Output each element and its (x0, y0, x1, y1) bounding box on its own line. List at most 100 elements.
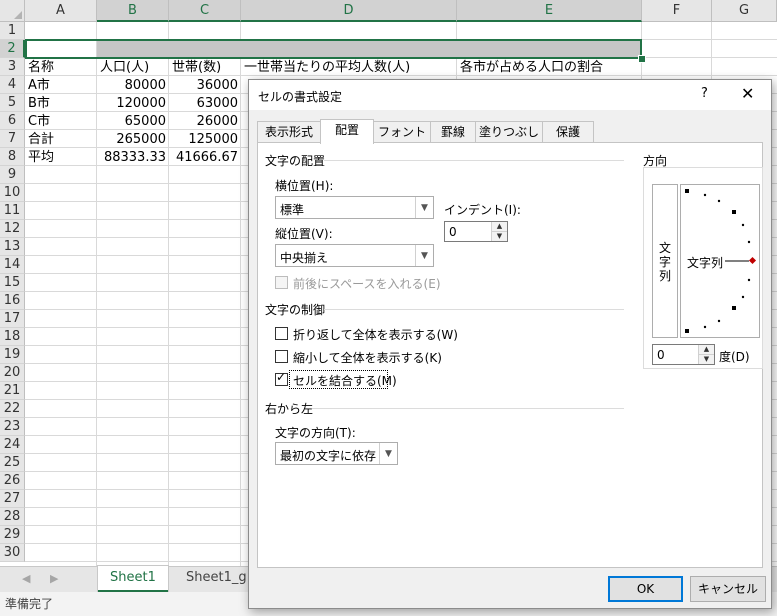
row-header-1[interactable]: 1 (0, 22, 25, 40)
row-header-2[interactable]: 2 (0, 40, 25, 58)
close-icon[interactable]: ✕ (741, 84, 754, 103)
degrees-spinner[interactable]: 0 ▲ ▼ (652, 344, 715, 365)
group-divider (324, 160, 624, 161)
indent-spinner[interactable]: 0 ▲ ▼ (444, 221, 508, 242)
row-header-26[interactable]: 26 (0, 472, 25, 490)
row-header-11[interactable]: 11 (0, 202, 25, 220)
column-header-e[interactable]: E (457, 0, 642, 22)
cell-b6[interactable]: 65000 (97, 113, 166, 131)
row-header-16[interactable]: 16 (0, 292, 25, 310)
cell-b7[interactable]: 265000 (97, 131, 166, 149)
fill-handle[interactable] (638, 55, 646, 63)
chevron-down-icon: ▼ (415, 197, 433, 218)
cell-c6[interactable]: 26000 (169, 113, 238, 131)
dialog-title-bar[interactable]: セルの書式設定 ? ✕ (249, 80, 771, 110)
horizontal-label: 横位置(H): (275, 179, 334, 193)
tab-protection[interactable]: 保護 (542, 121, 594, 142)
checkmark-icon: ✓ (276, 370, 287, 384)
merge-cells-checkbox[interactable]: ✓ (275, 370, 288, 386)
cancel-button[interactable]: キャンセル (690, 576, 766, 602)
column-header-d[interactable]: D (241, 0, 457, 22)
row-header-14[interactable]: 14 (0, 256, 25, 274)
cell-a6[interactable]: C市 (28, 113, 50, 131)
row-header-25[interactable]: 25 (0, 454, 25, 472)
row-header-28[interactable]: 28 (0, 508, 25, 526)
row-header-4[interactable]: 4 (0, 76, 25, 94)
cell-a5[interactable]: B市 (28, 95, 50, 113)
cell-a8[interactable]: 平均 (28, 149, 54, 167)
row-header-24[interactable]: 24 (0, 436, 25, 454)
distributed-checkbox[interactable] (275, 276, 288, 289)
cell-a3[interactable]: 名称 (28, 59, 54, 77)
row-header-30[interactable]: 30 (0, 544, 25, 562)
cell-c4[interactable]: 36000 (169, 77, 238, 95)
cell-a7[interactable]: 合計 (28, 131, 54, 149)
column-header-a[interactable]: A (25, 0, 97, 22)
indent-value: 0 (449, 225, 457, 239)
tab-fill[interactable]: 塗りつぶし (475, 121, 543, 142)
spin-up-icon[interactable]: ▲ (492, 222, 507, 232)
cell-d3[interactable]: 一世帯当たりの平均人数(人) (244, 59, 410, 77)
row-header-12[interactable]: 12 (0, 220, 25, 238)
cell-c7[interactable]: 125000 (169, 131, 238, 149)
column-header-g[interactable]: G (712, 0, 777, 22)
row-header-6[interactable]: 6 (0, 112, 25, 130)
row-header-8[interactable]: 8 (0, 148, 25, 166)
cell-e3[interactable]: 各市が占める人口の割合 (460, 59, 603, 77)
text-direction-select[interactable]: 最初の文字に依存 ▼ (275, 442, 398, 465)
vertical-text-button[interactable]: 文字列 (652, 184, 678, 338)
text-alignment-group-label: 文字の配置 (265, 152, 326, 169)
cell-c5[interactable]: 63000 (169, 95, 238, 113)
row-header-19[interactable]: 19 (0, 346, 25, 364)
row-header-21[interactable]: 21 (0, 382, 25, 400)
tab-alignment[interactable]: 配置 (320, 119, 374, 144)
select-all-button[interactable] (0, 0, 25, 22)
cell-b8[interactable]: 88333.33 (97, 149, 166, 167)
sheet-tab-sheet1-g[interactable]: Sheet1_g (174, 566, 259, 590)
row-header-9[interactable]: 9 (0, 166, 25, 184)
tab-font[interactable]: フォント (373, 121, 431, 142)
column-header-c[interactable]: C (169, 0, 241, 22)
degrees-value: 0 (657, 348, 665, 362)
row-header-29[interactable]: 29 (0, 526, 25, 544)
cell-c8[interactable]: 41666.67 (169, 149, 238, 167)
row-header-15[interactable]: 15 (0, 274, 25, 292)
sheet-tab-sheet1[interactable]: Sheet1 (98, 566, 168, 592)
column-header-b[interactable]: B (97, 0, 169, 22)
cell-b4[interactable]: 80000 (97, 77, 166, 95)
row-header-23[interactable]: 23 (0, 418, 25, 436)
row-header-7[interactable]: 7 (0, 130, 25, 148)
group-divider (312, 408, 624, 409)
row-header-27[interactable]: 27 (0, 490, 25, 508)
spin-down-icon[interactable]: ▼ (699, 355, 714, 364)
spin-down-icon[interactable]: ▼ (492, 232, 507, 241)
wrap-text-checkbox[interactable] (275, 327, 288, 340)
row-header-13[interactable]: 13 (0, 238, 25, 256)
spin-up-icon[interactable]: ▲ (699, 345, 714, 355)
tab-scroll-left-icon[interactable]: ◀ (22, 572, 30, 585)
tab-number-format[interactable]: 表示形式 (257, 121, 321, 142)
row-header-3[interactable]: 3 (0, 58, 25, 76)
row-header-22[interactable]: 22 (0, 400, 25, 418)
row-header-20[interactable]: 20 (0, 364, 25, 382)
degrees-label: 度(D) (719, 350, 750, 364)
cell-c3[interactable]: 世帯(数) (172, 59, 221, 77)
column-header-f[interactable]: F (642, 0, 712, 22)
tab-scroll-right-icon[interactable]: ▶ (50, 572, 58, 585)
cell-b5[interactable]: 120000 (97, 95, 166, 113)
cell-a4[interactable]: A市 (28, 77, 50, 95)
vertical-select[interactable]: 中央揃え ▼ (275, 244, 434, 267)
row-header-5[interactable]: 5 (0, 94, 25, 112)
row-header-18[interactable]: 18 (0, 328, 25, 346)
row-header-17[interactable]: 17 (0, 310, 25, 328)
text-direction-value: 最初の文字に依存 (280, 449, 377, 463)
row-header-10[interactable]: 10 (0, 184, 25, 202)
shrink-to-fit-checkbox[interactable] (275, 350, 288, 363)
cell-b3[interactable]: 人口(人) (100, 59, 149, 77)
tab-border[interactable]: 罫線 (430, 121, 476, 142)
horizontal-select[interactable]: 標準 ▼ (275, 196, 434, 219)
help-icon[interactable]: ? (701, 86, 708, 101)
orientation-dial[interactable]: 文字列 (680, 184, 760, 338)
ok-button[interactable]: OK (608, 576, 683, 602)
chevron-down-icon: ▼ (379, 443, 397, 464)
